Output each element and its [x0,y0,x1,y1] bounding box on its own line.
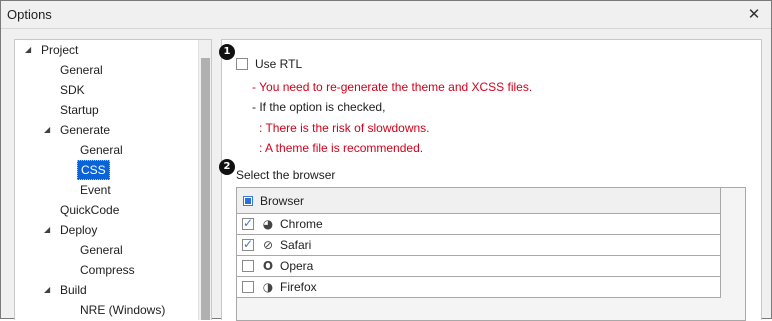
chrome-icon: ◕ [262,217,274,231]
css-options-panel: 1 Use RTL - You need to re-generate the … [219,39,762,321]
expand-arrow-icon[interactable]: ◢ [44,220,50,240]
tree-item-compress[interactable]: Compress [80,260,135,280]
note-slowdowns: : There is the risk of slowdowns. [259,121,430,135]
tree-item-general[interactable]: General [60,60,103,80]
opera-icon: O [262,259,274,273]
browser-name: Safari [280,238,312,252]
firefox-checkbox[interactable] [242,281,254,293]
chrome-checkbox[interactable] [242,216,254,230]
note-theme-file: : A theme file is recommended. [259,141,424,155]
table-row-chrome[interactable]: ◕ Chrome [237,214,721,235]
tree-item-generate-general[interactable]: General [80,140,123,160]
tree-item-event[interactable]: Event [80,180,111,200]
table-row-opera[interactable]: O Opera [237,256,721,277]
tree-item-sdk[interactable]: SDK [60,80,85,100]
use-rtl-label: Use RTL [255,57,303,71]
scrollbar-thumb[interactable] [201,58,210,320]
safari-checkbox[interactable] [242,237,254,251]
callout-badge-2: 2 [219,159,235,175]
window-title: Options [7,7,52,22]
tree-item-startup[interactable]: Startup [60,100,99,120]
close-icon[interactable]: ✕ [745,6,763,24]
options-dialog: Options ✕ ◢ Project General SDK Startup … [0,0,772,321]
tree-item-deploy[interactable]: ◢ Deploy [44,220,97,240]
note-regenerate: - You need to re-generate the theme and … [252,80,533,94]
browser-grid: Browser ◕ Chrome ⊘ Safari O Opera ◑ Fire… [236,187,746,321]
expand-arrow-icon[interactable]: ◢ [44,280,50,300]
firefox-icon: ◑ [262,280,274,294]
table-row-safari[interactable]: ⊘ Safari [237,235,721,256]
tree-item-css[interactable]: CSS [77,160,110,180]
tree-item-build[interactable]: ◢ Build [44,280,87,300]
browser-name: Chrome [280,217,323,231]
tree-scrollbar[interactable] [198,40,211,320]
browser-name: Firefox [280,280,317,294]
grid-header: Browser [237,188,721,214]
table-row-firefox[interactable]: ◑ Firefox [237,277,721,298]
tree-item-generate[interactable]: ◢ Generate [44,120,110,140]
opera-checkbox[interactable] [242,260,254,272]
expand-arrow-icon[interactable]: ◢ [25,40,31,60]
safari-icon: ⊘ [262,238,274,252]
note-if-checked: - If the option is checked, [252,100,386,114]
expand-arrow-icon[interactable]: ◢ [44,120,50,140]
use-rtl-checkbox[interactable] [236,58,248,70]
tree-item-quickcode[interactable]: QuickCode [60,200,119,220]
browser-name: Opera [280,259,314,273]
options-tree: ◢ Project General SDK Startup ◢ Generate… [14,39,212,320]
select-browser-label: Select the browser [236,168,336,182]
tree-item-nre-windows[interactable]: NRE (Windows) [80,300,165,320]
title-bar: Options ✕ [1,1,771,29]
tree-item-project[interactable]: ◢ Project [25,40,78,60]
tree-item-deploy-general[interactable]: General [80,240,123,260]
grid-header-browser: Browser [260,194,305,208]
callout-badge-1: 1 [219,44,235,60]
select-all-checkbox[interactable] [243,196,253,206]
